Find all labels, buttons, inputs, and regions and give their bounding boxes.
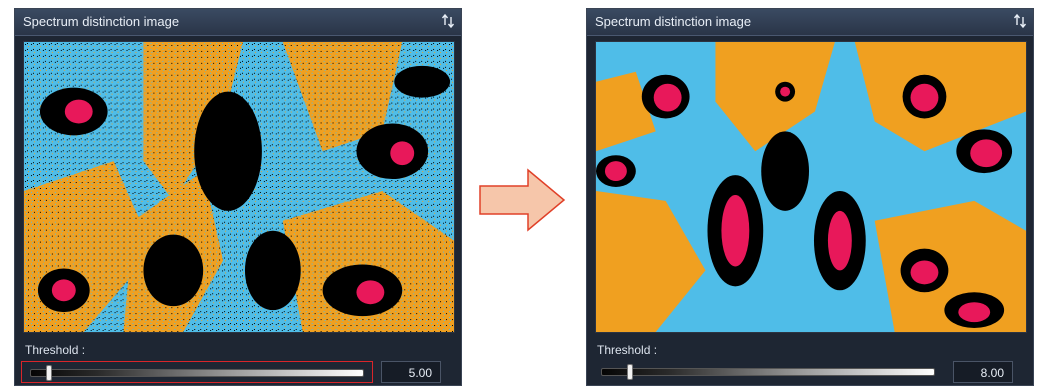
sort-up-down-icon[interactable] — [1013, 13, 1027, 29]
left-slider-track[interactable] — [30, 369, 364, 377]
left-threshold-slider[interactable] — [21, 361, 373, 383]
right-threshold-label: Threshold : — [597, 343, 658, 357]
right-arrow-icon — [479, 168, 566, 232]
left-panel-title: Spectrum distinction image — [23, 14, 180, 29]
left-spectrum-image — [23, 41, 455, 333]
right-threshold-value[interactable]: 8.00 — [953, 361, 1013, 383]
left-slider-thumb[interactable] — [46, 365, 53, 381]
right-spectrum-panel: Spectrum distinction image Threshold: 8… — [586, 8, 1034, 386]
left-spectrum-panel: Spectrum distinction image Threshold: 5… — [14, 8, 462, 386]
right-slider-thumb[interactable] — [627, 364, 634, 380]
right-threshold-slider[interactable] — [593, 361, 945, 383]
left-threshold-label: Threshold : — [25, 343, 86, 357]
right-slider-track[interactable] — [601, 368, 935, 376]
left-threshold-value[interactable]: 5.00 — [381, 361, 441, 383]
right-panel-title: Spectrum distinction image — [595, 14, 752, 29]
right-panel-titlebar: Spectrum distinction image — [587, 9, 1033, 36]
left-panel-titlebar: Spectrum distinction image — [15, 9, 461, 36]
sort-up-down-icon[interactable] — [441, 13, 455, 29]
right-spectrum-image — [595, 41, 1027, 333]
